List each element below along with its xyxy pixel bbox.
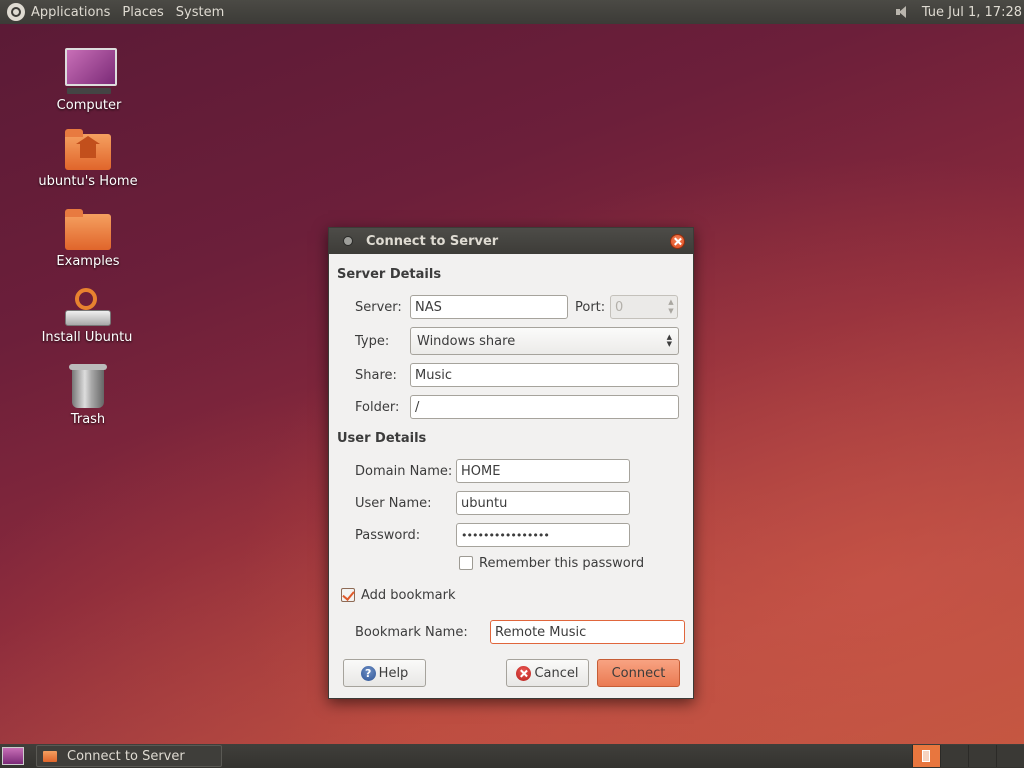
- trash-icon: [69, 364, 107, 408]
- type-combobox[interactable]: Windows share ▲ ▼: [410, 327, 679, 355]
- server-input[interactable]: NAS: [410, 295, 568, 319]
- desktop-icon-label: Install Ubuntu: [41, 330, 133, 345]
- computer-icon: [65, 46, 117, 94]
- workspace-2[interactable]: [940, 745, 968, 767]
- domain-input[interactable]: HOME: [456, 459, 630, 483]
- bookmark-name-value: Remote Music: [495, 624, 587, 640]
- server-details-heading: Server Details: [337, 267, 442, 282]
- workspace-3[interactable]: [968, 745, 996, 767]
- clock[interactable]: Tue Jul 1, 17:28: [922, 5, 1022, 20]
- type-value: Windows share: [417, 333, 516, 349]
- workspace-4[interactable]: [996, 745, 1024, 767]
- server-value: NAS: [415, 299, 442, 315]
- installer-icon: [65, 288, 111, 326]
- remember-password-label[interactable]: Remember this password: [479, 556, 644, 571]
- desktop-icon-computer[interactable]: Computer: [34, 46, 144, 113]
- menu-system[interactable]: System: [176, 5, 224, 20]
- folder-icon: [43, 750, 57, 762]
- port-value: 0: [615, 299, 624, 315]
- share-input[interactable]: Music: [410, 363, 679, 387]
- menu-places[interactable]: Places: [122, 5, 163, 20]
- add-bookmark-label[interactable]: Add bookmark: [361, 588, 456, 603]
- volume-icon[interactable]: [895, 6, 910, 18]
- server-label: Server:: [355, 300, 402, 315]
- help-button[interactable]: ? Help: [343, 659, 426, 687]
- home-folder-icon: [65, 129, 111, 170]
- user-details-heading: User Details: [337, 431, 427, 446]
- menu-applications[interactable]: Applications: [31, 5, 110, 20]
- domain-value: HOME: [461, 463, 501, 479]
- domain-label: Domain Name:: [355, 464, 453, 479]
- folder-value: /: [415, 399, 420, 415]
- connect-button[interactable]: Connect: [597, 659, 680, 687]
- close-icon[interactable]: [670, 233, 685, 249]
- bookmark-name-label: Bookmark Name:: [355, 625, 468, 640]
- taskbar-item-connect-to-server[interactable]: Connect to Server: [36, 745, 222, 767]
- ubuntu-logo-icon[interactable]: [7, 3, 25, 21]
- username-input[interactable]: ubuntu: [456, 491, 630, 515]
- desktop-icon-label: ubuntu's Home: [38, 174, 138, 189]
- share-value: Music: [415, 367, 452, 383]
- password-value: ••••••••••••••••: [461, 528, 550, 542]
- desktop-icon-install-ubuntu[interactable]: Install Ubuntu: [32, 288, 142, 345]
- desktop-icon-trash[interactable]: Trash: [33, 364, 143, 427]
- folder-input[interactable]: /: [410, 395, 679, 419]
- type-label: Type:: [355, 334, 390, 349]
- connect-to-server-dialog: Connect to Server Server Details Server:…: [328, 227, 694, 699]
- cancel-icon: [516, 665, 532, 681]
- folder-icon: [65, 209, 111, 250]
- connect-button-label: Connect: [611, 665, 666, 681]
- top-panel: Applications Places System Tue Jul 1, 17…: [0, 0, 1024, 24]
- combo-arrows-icon: ▲ ▼: [666, 333, 672, 348]
- workspace-switcher: [912, 745, 1024, 767]
- dialog-titlebar[interactable]: Connect to Server: [329, 228, 693, 254]
- add-bookmark-checkbox[interactable]: [341, 588, 355, 602]
- port-spinbox[interactable]: 0 ▲ ▼: [610, 295, 678, 319]
- password-input[interactable]: ••••••••••••••••: [456, 523, 630, 547]
- desktop-icon-label: Trash: [70, 412, 106, 427]
- indicator-area: Tue Jul 1, 17:28: [895, 5, 1022, 20]
- port-label: Port:: [575, 300, 606, 315]
- username-label: User Name:: [355, 496, 432, 511]
- desktop-icon-home[interactable]: ubuntu's Home: [33, 129, 143, 189]
- desktop-icon-label: Computer: [56, 98, 122, 113]
- taskbar-item-label: Connect to Server: [67, 748, 185, 764]
- spin-arrows-icon: ▲ ▼: [668, 298, 674, 315]
- workspace-1[interactable]: [912, 745, 940, 767]
- share-label: Share:: [355, 368, 397, 383]
- show-desktop-icon[interactable]: [2, 747, 24, 765]
- help-button-label: Help: [378, 665, 409, 681]
- folder-label: Folder:: [355, 400, 400, 415]
- window-menu-icon[interactable]: [343, 236, 353, 246]
- bookmark-name-input[interactable]: Remote Music: [490, 620, 685, 644]
- help-icon: ?: [360, 665, 376, 681]
- bottom-panel: Connect to Server: [0, 744, 1024, 768]
- desktop-icon-examples[interactable]: Examples: [33, 209, 143, 269]
- password-label: Password:: [355, 528, 421, 543]
- username-value: ubuntu: [461, 495, 508, 511]
- cancel-button[interactable]: Cancel: [506, 659, 589, 687]
- dialog-title: Connect to Server: [366, 233, 499, 249]
- cancel-button-label: Cancel: [534, 665, 579, 681]
- remember-password-checkbox[interactable]: [459, 556, 473, 570]
- desktop-icon-label: Examples: [56, 254, 120, 269]
